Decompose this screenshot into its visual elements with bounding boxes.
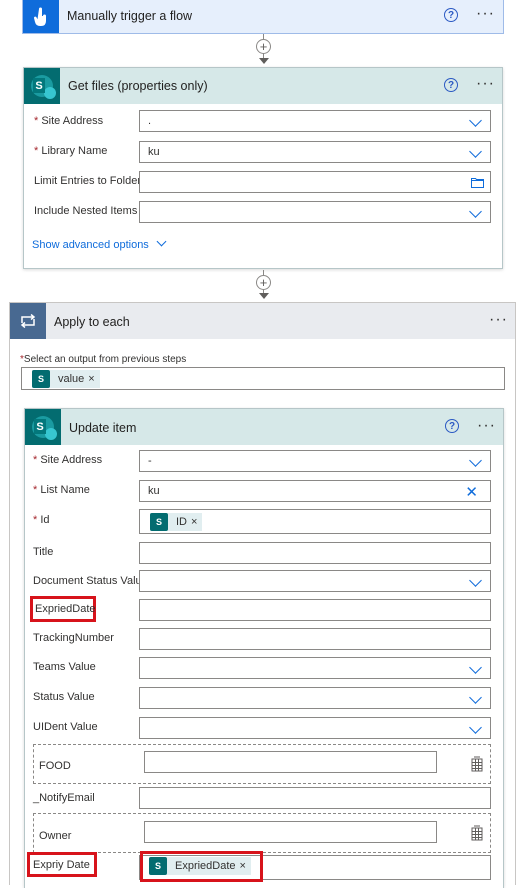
more-options-icon[interactable]: ··· (476, 6, 495, 22)
owner-field-group: Owner (33, 813, 491, 853)
limit-folder-label: Limit Entries to Folder (34, 175, 141, 187)
chevron-down-icon (469, 691, 482, 704)
insert-step-button[interactable]: + (256, 275, 271, 290)
update-item-header[interactable]: S Update item ? ··· (25, 409, 503, 445)
chevron-down-icon (469, 114, 482, 127)
tracking-number-label: TrackingNumber (33, 632, 114, 644)
arrow-down-icon (259, 293, 269, 299)
show-advanced-options-link[interactable]: Show advanced options (32, 236, 167, 251)
id-token[interactable]: S ID × (150, 512, 203, 531)
uident-value-dropdown[interactable] (139, 717, 491, 739)
hand-touch-icon (23, 0, 59, 33)
food-label: FOOD (39, 760, 71, 772)
site-address-label: * Site Address (34, 115, 104, 127)
expried-date-token[interactable]: S ExpriedDate × (149, 857, 251, 875)
status-value-label: Status Value (33, 691, 95, 703)
nested-items-label: Include Nested Items (34, 205, 138, 217)
trigger-title: Manually trigger a flow (67, 9, 193, 23)
select-output-input[interactable]: S value × (21, 367, 505, 390)
chevron-down-icon (469, 145, 482, 158)
trigger-card[interactable]: Manually trigger a flow ? ··· (22, 0, 504, 34)
site-address-dropdown[interactable]: - (139, 450, 491, 472)
document-status-dropdown[interactable] (139, 570, 491, 592)
table-icon[interactable] (470, 756, 484, 772)
sharepoint-icon: S (25, 409, 61, 445)
token-label: ExpriedDate (175, 860, 236, 872)
document-status-label: Document Status Value (33, 575, 148, 587)
apply-to-each-header[interactable]: Apply to each ··· (10, 303, 515, 339)
arrow-down-icon (259, 58, 269, 64)
chevron-down-icon (469, 574, 482, 587)
title-label: Title (33, 546, 54, 558)
clear-icon[interactable]: ✕ (465, 483, 478, 501)
uident-value-label: UIDent Value (33, 721, 98, 733)
remove-token-icon[interactable]: × (88, 373, 94, 385)
more-options-icon[interactable]: ··· (489, 312, 508, 328)
expried-date-label: ExpriedDate (35, 603, 96, 615)
sharepoint-icon: S (24, 68, 60, 104)
notify-email-label: _NotifyEmail (33, 792, 95, 804)
get-files-card: S Get files (properties only) ? ··· * Si… (23, 67, 503, 269)
chevron-down-icon (469, 205, 482, 218)
remove-token-icon[interactable]: × (191, 516, 197, 528)
chevron-down-icon (469, 454, 482, 467)
remove-token-icon[interactable]: × (240, 860, 246, 872)
get-files-title: Get files (properties only) (68, 79, 208, 93)
chevron-down-icon (156, 236, 167, 247)
table-icon[interactable] (470, 825, 484, 841)
help-icon[interactable]: ? (444, 78, 458, 92)
list-name-input[interactable]: ku ✕ (139, 480, 491, 502)
token-label: value (58, 373, 85, 385)
title-input[interactable] (139, 542, 491, 564)
library-name-dropdown[interactable]: ku (139, 141, 491, 163)
expiry-date-label: Expriy Date (33, 859, 90, 871)
nested-items-dropdown[interactable] (139, 201, 491, 223)
library-name-label: * Library Name (34, 145, 108, 157)
help-icon[interactable]: ? (444, 8, 458, 22)
site-address-dropdown[interactable]: . (139, 110, 491, 132)
food-input[interactable] (144, 751, 437, 773)
loop-icon (10, 303, 46, 339)
tracking-number-input[interactable] (139, 628, 491, 650)
get-files-header[interactable]: S Get files (properties only) ? ··· (24, 68, 502, 104)
more-options-icon[interactable]: ··· (476, 76, 495, 92)
food-field-group: FOOD (33, 744, 491, 784)
sharepoint-icon: S (149, 857, 167, 875)
list-name-label: * List Name (33, 484, 90, 496)
chevron-down-icon (469, 661, 482, 674)
id-label: * Id (33, 514, 50, 526)
notify-email-input[interactable] (139, 787, 491, 809)
owner-input[interactable] (144, 821, 437, 843)
insert-step-button[interactable]: + (256, 39, 271, 54)
teams-value-label: Teams Value (33, 661, 96, 673)
value-token[interactable]: S value × (32, 370, 100, 388)
site-address-label: * Site Address (33, 454, 103, 466)
id-input[interactable]: S ID × (139, 509, 491, 534)
teams-value-dropdown[interactable] (139, 657, 491, 679)
folder-icon[interactable] (471, 177, 484, 188)
owner-label: Owner (39, 830, 72, 842)
limit-folder-input[interactable] (139, 171, 491, 193)
expried-date-input[interactable] (139, 599, 491, 621)
apply-to-each-title: Apply to each (54, 315, 130, 329)
sharepoint-icon: S (150, 512, 168, 531)
update-item-title: Update item (69, 421, 137, 435)
help-icon[interactable]: ? (445, 419, 459, 433)
token-label: ID (176, 515, 187, 528)
more-options-icon[interactable]: ··· (477, 418, 496, 434)
chevron-down-icon (469, 721, 482, 734)
select-output-label: *Select an output from previous steps (20, 354, 187, 365)
status-value-dropdown[interactable] (139, 687, 491, 709)
sharepoint-icon: S (32, 370, 50, 388)
